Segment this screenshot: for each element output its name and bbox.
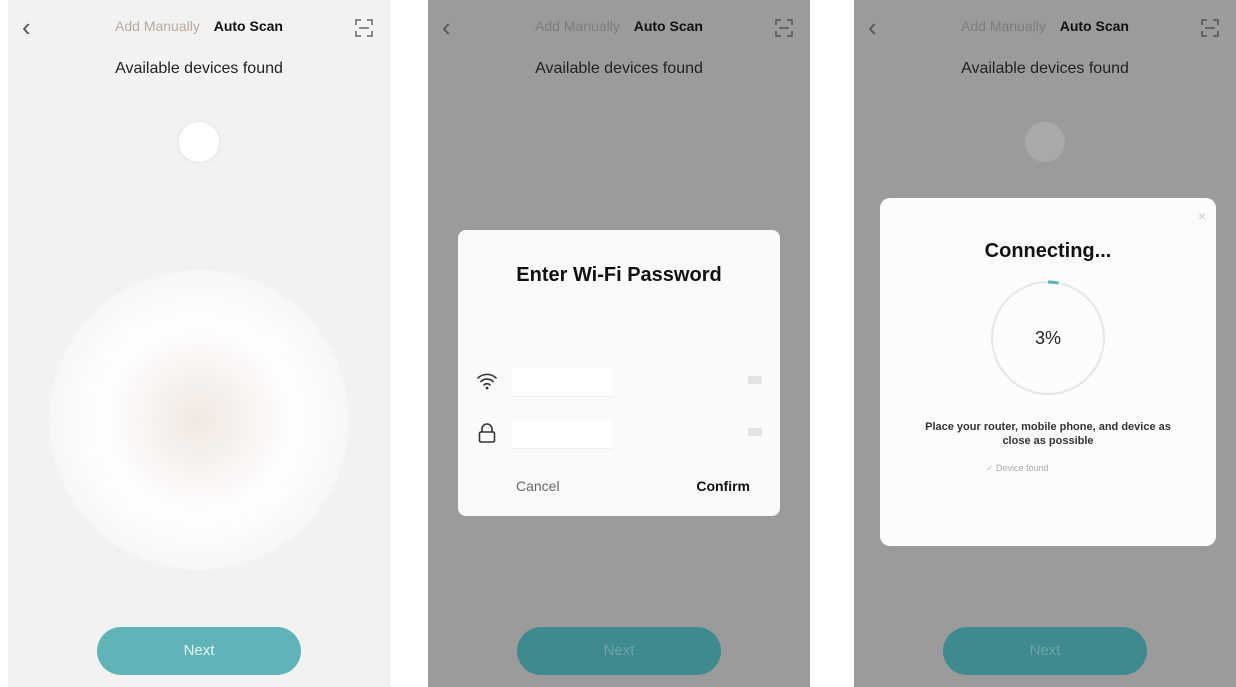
progress-percent: 3% (1034, 328, 1061, 348)
page-subtitle: Available devices found (115, 60, 283, 77)
screen-connecting: ‹ Add Manually Auto Scan Available devic… (854, 0, 1236, 687)
top-bar: ‹ Add Manually Auto Scan (854, 0, 1236, 56)
next-button[interactable]: Next (517, 627, 721, 675)
wifi-ssid-field[interactable] (512, 368, 612, 397)
progress-ring: 3% (988, 278, 1108, 398)
device-bubble (1025, 122, 1065, 162)
cancel-button[interactable]: Cancel (516, 478, 560, 494)
tab-auto-scan[interactable]: Auto Scan (214, 18, 283, 34)
wifi-dropdown-handle[interactable] (748, 376, 762, 384)
dialog-actions: Cancel Confirm (458, 478, 780, 498)
connection-steps: Device found (986, 462, 1049, 475)
password-row (476, 416, 762, 452)
tab-bar: Add Manually Auto Scan (428, 18, 810, 34)
connecting-dialog: × Connecting... 3% Place your router, mo… (880, 198, 1216, 546)
next-button[interactable]: Next (97, 627, 301, 675)
dialog-title: Enter Wi-Fi Password (516, 264, 722, 286)
top-bar: ‹ Add Manually Auto Scan (8, 0, 390, 56)
wifi-network-row (476, 364, 762, 400)
proximity-message: Place your router, mobile phone, and dev… (925, 421, 1171, 447)
tab-bar: Add Manually Auto Scan (854, 18, 1236, 34)
screen-wifi-password: ‹ Add Manually Auto Scan Available devic… (428, 0, 810, 687)
scan-icon[interactable] (1200, 18, 1220, 38)
scan-icon[interactable] (774, 18, 794, 38)
confirm-button[interactable]: Confirm (696, 478, 750, 494)
scan-icon[interactable] (354, 18, 374, 38)
screen-auto-scan: ‹ Add Manually Auto Scan Available devic… (8, 0, 390, 687)
scan-radar (49, 270, 349, 570)
device-bubble[interactable] (179, 122, 219, 162)
password-visibility-toggle[interactable] (748, 428, 762, 436)
close-icon[interactable]: × (1198, 208, 1206, 224)
tab-add-manually[interactable]: Add Manually (535, 18, 620, 34)
top-bar: ‹ Add Manually Auto Scan (428, 0, 810, 56)
step-device-found: Device found (986, 462, 1049, 475)
dialog-title: Connecting... (984, 240, 1112, 262)
tab-auto-scan[interactable]: Auto Scan (634, 18, 703, 34)
page-subtitle: Available devices found (535, 60, 703, 77)
tab-add-manually[interactable]: Add Manually (961, 18, 1046, 34)
wifi-icon (477, 373, 497, 390)
page-subtitle: Available devices found (961, 60, 1129, 77)
tab-add-manually[interactable]: Add Manually (115, 18, 200, 34)
lock-icon (478, 423, 496, 443)
next-button[interactable]: Next (943, 627, 1147, 675)
tab-bar: Add Manually Auto Scan (8, 18, 390, 34)
tab-auto-scan[interactable]: Auto Scan (1060, 18, 1129, 34)
wifi-password-dialog: Enter Wi-Fi Password Cancel Confirm (458, 230, 780, 516)
wifi-password-input[interactable] (512, 420, 612, 449)
